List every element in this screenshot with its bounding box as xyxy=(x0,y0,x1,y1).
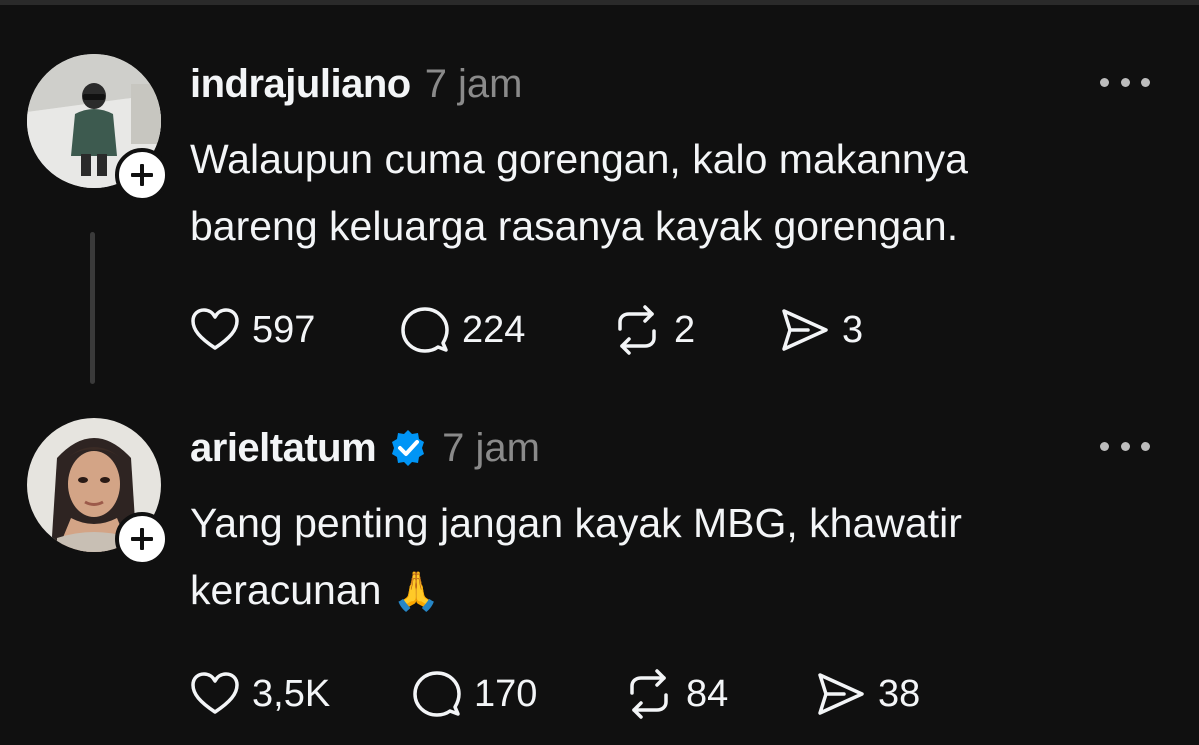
repost-icon xyxy=(630,669,668,719)
follow-button[interactable] xyxy=(115,148,169,202)
timestamp: 7 jam xyxy=(442,425,540,470)
post-text-line: Yang penting jangan kayak MBG, khawatir xyxy=(190,500,962,546)
post-text-line-2: keracunan 🙏 xyxy=(190,557,1150,625)
reply-button[interactable]: 224 xyxy=(398,302,525,358)
post-header: indrajuliano 7 jam xyxy=(190,56,523,112)
post-text-line: bareng keluarga rasanya kayak gorengan. xyxy=(190,203,959,249)
username[interactable]: indrajuliano xyxy=(190,62,411,107)
repost-icon xyxy=(618,305,656,355)
heart-icon xyxy=(191,308,239,350)
repost-button[interactable]: 84 xyxy=(622,666,728,722)
more-icon[interactable] xyxy=(1100,434,1150,458)
timestamp: 7 jam xyxy=(424,61,523,106)
follow-button[interactable] xyxy=(115,512,169,566)
thread-connector-line xyxy=(90,232,95,384)
heart-icon xyxy=(191,672,239,714)
reply-count: 224 xyxy=(462,308,526,351)
like-count: 597 xyxy=(252,308,316,351)
share-icon xyxy=(782,309,828,351)
share-button[interactable]: 3 xyxy=(778,302,863,358)
like-button[interactable]: 597 xyxy=(188,302,315,358)
comment-icon xyxy=(401,307,449,353)
like-button[interactable]: 3,5K xyxy=(188,666,330,722)
top-divider xyxy=(0,0,1199,5)
plus-icon xyxy=(131,164,153,186)
reply-count: 170 xyxy=(474,672,538,715)
share-count: 38 xyxy=(878,672,921,715)
post-text: Yang penting jangan kayak MBG, khawatir … xyxy=(190,490,1150,625)
verified-icon xyxy=(392,430,425,466)
plus-icon xyxy=(131,528,153,550)
comment-icon xyxy=(413,671,461,717)
repost-count: 2 xyxy=(674,308,696,351)
reply-button[interactable]: 170 xyxy=(410,666,537,722)
post-text-line: keracunan xyxy=(190,567,382,613)
more-icon[interactable] xyxy=(1100,70,1150,94)
post-header: arieltatum 7 jam xyxy=(190,420,540,476)
like-count: 3,5K xyxy=(252,672,331,715)
share-count: 3 xyxy=(842,308,864,351)
pray-emoji-icon: 🙏 xyxy=(392,569,441,613)
post-text-line: Walaupun cuma gorengan, kalo makannya xyxy=(190,136,968,182)
username[interactable]: arieltatum xyxy=(190,426,377,471)
post-text: Walaupun cuma gorengan, kalo makannya ba… xyxy=(190,126,1150,260)
share-button[interactable]: 38 xyxy=(814,666,920,722)
repost-count: 84 xyxy=(686,672,729,715)
repost-button[interactable]: 2 xyxy=(610,302,695,358)
share-icon xyxy=(818,673,864,715)
